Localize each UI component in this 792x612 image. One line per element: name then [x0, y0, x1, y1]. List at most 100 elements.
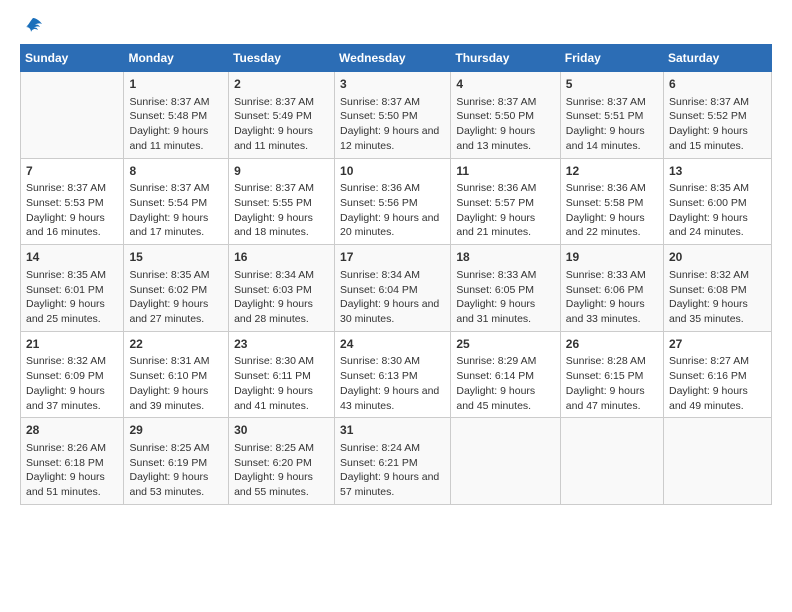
sunrise-text: Sunrise: 8:35 AM — [129, 268, 223, 283]
sunrise-text: Sunrise: 8:35 AM — [669, 181, 766, 196]
sunrise-text: Sunrise: 8:34 AM — [234, 268, 329, 283]
calendar-cell: 1Sunrise: 8:37 AMSunset: 5:48 PMDaylight… — [124, 72, 229, 159]
sunrise-text: Sunrise: 8:37 AM — [129, 95, 223, 110]
day-number: 11 — [456, 163, 554, 180]
daylight-text: Daylight: 9 hours and 15 minutes. — [669, 124, 766, 153]
sunset-text: Sunset: 5:58 PM — [566, 196, 658, 211]
daylight-text: Daylight: 9 hours and 43 minutes. — [340, 384, 445, 413]
calendar-cell: 15Sunrise: 8:35 AMSunset: 6:02 PMDayligh… — [124, 245, 229, 332]
day-number: 13 — [669, 163, 766, 180]
day-number: 25 — [456, 336, 554, 353]
calendar-cell: 12Sunrise: 8:36 AMSunset: 5:58 PMDayligh… — [560, 158, 663, 245]
sunset-text: Sunset: 5:56 PM — [340, 196, 445, 211]
day-number: 10 — [340, 163, 445, 180]
logo-bird-icon — [22, 16, 44, 38]
calendar-cell: 23Sunrise: 8:30 AMSunset: 6:11 PMDayligh… — [229, 331, 335, 418]
sunset-text: Sunset: 5:55 PM — [234, 196, 329, 211]
daylight-text: Daylight: 9 hours and 14 minutes. — [566, 124, 658, 153]
calendar-cell: 26Sunrise: 8:28 AMSunset: 6:15 PMDayligh… — [560, 331, 663, 418]
weekday-header-sunday: Sunday — [21, 45, 124, 72]
sunrise-text: Sunrise: 8:36 AM — [566, 181, 658, 196]
calendar-cell — [560, 418, 663, 505]
calendar-cell: 2Sunrise: 8:37 AMSunset: 5:49 PMDaylight… — [229, 72, 335, 159]
day-number: 28 — [26, 422, 118, 439]
sunset-text: Sunset: 6:13 PM — [340, 369, 445, 384]
sunset-text: Sunset: 6:21 PM — [340, 456, 445, 471]
calendar-cell: 28Sunrise: 8:26 AMSunset: 6:18 PMDayligh… — [21, 418, 124, 505]
sunset-text: Sunset: 6:14 PM — [456, 369, 554, 384]
calendar-cell: 25Sunrise: 8:29 AMSunset: 6:14 PMDayligh… — [451, 331, 560, 418]
day-number: 5 — [566, 76, 658, 93]
daylight-text: Daylight: 9 hours and 37 minutes. — [26, 384, 118, 413]
sunrise-text: Sunrise: 8:33 AM — [566, 268, 658, 283]
weekday-header-saturday: Saturday — [664, 45, 772, 72]
calendar-cell: 3Sunrise: 8:37 AMSunset: 5:50 PMDaylight… — [335, 72, 451, 159]
day-number: 18 — [456, 249, 554, 266]
sunrise-text: Sunrise: 8:31 AM — [129, 354, 223, 369]
daylight-text: Daylight: 9 hours and 35 minutes. — [669, 297, 766, 326]
day-number: 27 — [669, 336, 766, 353]
sunrise-text: Sunrise: 8:28 AM — [566, 354, 658, 369]
daylight-text: Daylight: 9 hours and 55 minutes. — [234, 470, 329, 499]
sunset-text: Sunset: 6:19 PM — [129, 456, 223, 471]
daylight-text: Daylight: 9 hours and 11 minutes. — [234, 124, 329, 153]
day-number: 6 — [669, 76, 766, 93]
sunset-text: Sunset: 6:16 PM — [669, 369, 766, 384]
calendar-week-row: 7Sunrise: 8:37 AMSunset: 5:53 PMDaylight… — [21, 158, 772, 245]
daylight-text: Daylight: 9 hours and 16 minutes. — [26, 211, 118, 240]
sunset-text: Sunset: 6:03 PM — [234, 283, 329, 298]
calendar-cell — [451, 418, 560, 505]
calendar-week-row: 28Sunrise: 8:26 AMSunset: 6:18 PMDayligh… — [21, 418, 772, 505]
daylight-text: Daylight: 9 hours and 22 minutes. — [566, 211, 658, 240]
day-number: 30 — [234, 422, 329, 439]
calendar-cell: 11Sunrise: 8:36 AMSunset: 5:57 PMDayligh… — [451, 158, 560, 245]
sunrise-text: Sunrise: 8:34 AM — [340, 268, 445, 283]
sunset-text: Sunset: 5:50 PM — [340, 109, 445, 124]
sunset-text: Sunset: 6:11 PM — [234, 369, 329, 384]
daylight-text: Daylight: 9 hours and 47 minutes. — [566, 384, 658, 413]
day-number: 7 — [26, 163, 118, 180]
calendar-week-row: 21Sunrise: 8:32 AMSunset: 6:09 PMDayligh… — [21, 331, 772, 418]
sunrise-text: Sunrise: 8:26 AM — [26, 441, 118, 456]
sunrise-text: Sunrise: 8:30 AM — [234, 354, 329, 369]
weekday-header-thursday: Thursday — [451, 45, 560, 72]
calendar-cell: 29Sunrise: 8:25 AMSunset: 6:19 PMDayligh… — [124, 418, 229, 505]
weekday-header-monday: Monday — [124, 45, 229, 72]
daylight-text: Daylight: 9 hours and 12 minutes. — [340, 124, 445, 153]
calendar-cell — [664, 418, 772, 505]
daylight-text: Daylight: 9 hours and 57 minutes. — [340, 470, 445, 499]
day-number: 2 — [234, 76, 329, 93]
day-number: 26 — [566, 336, 658, 353]
sunset-text: Sunset: 6:01 PM — [26, 283, 118, 298]
day-number: 31 — [340, 422, 445, 439]
sunset-text: Sunset: 6:15 PM — [566, 369, 658, 384]
sunrise-text: Sunrise: 8:37 AM — [234, 181, 329, 196]
sunrise-text: Sunrise: 8:37 AM — [129, 181, 223, 196]
day-number: 24 — [340, 336, 445, 353]
sunrise-text: Sunrise: 8:36 AM — [340, 181, 445, 196]
daylight-text: Daylight: 9 hours and 49 minutes. — [669, 384, 766, 413]
sunrise-text: Sunrise: 8:37 AM — [26, 181, 118, 196]
daylight-text: Daylight: 9 hours and 13 minutes. — [456, 124, 554, 153]
sunset-text: Sunset: 6:06 PM — [566, 283, 658, 298]
sunrise-text: Sunrise: 8:37 AM — [669, 95, 766, 110]
daylight-text: Daylight: 9 hours and 53 minutes. — [129, 470, 223, 499]
daylight-text: Daylight: 9 hours and 41 minutes. — [234, 384, 329, 413]
sunset-text: Sunset: 6:08 PM — [669, 283, 766, 298]
daylight-text: Daylight: 9 hours and 45 minutes. — [456, 384, 554, 413]
day-number: 23 — [234, 336, 329, 353]
calendar-cell: 13Sunrise: 8:35 AMSunset: 6:00 PMDayligh… — [664, 158, 772, 245]
day-number: 4 — [456, 76, 554, 93]
calendar-cell: 6Sunrise: 8:37 AMSunset: 5:52 PMDaylight… — [664, 72, 772, 159]
calendar-cell: 9Sunrise: 8:37 AMSunset: 5:55 PMDaylight… — [229, 158, 335, 245]
calendar-cell: 27Sunrise: 8:27 AMSunset: 6:16 PMDayligh… — [664, 331, 772, 418]
sunset-text: Sunset: 5:51 PM — [566, 109, 658, 124]
sunrise-text: Sunrise: 8:37 AM — [566, 95, 658, 110]
day-number: 8 — [129, 163, 223, 180]
sunrise-text: Sunrise: 8:37 AM — [234, 95, 329, 110]
day-number: 29 — [129, 422, 223, 439]
weekday-header-friday: Friday — [560, 45, 663, 72]
sunrise-text: Sunrise: 8:37 AM — [340, 95, 445, 110]
day-number: 9 — [234, 163, 329, 180]
calendar-cell: 21Sunrise: 8:32 AMSunset: 6:09 PMDayligh… — [21, 331, 124, 418]
